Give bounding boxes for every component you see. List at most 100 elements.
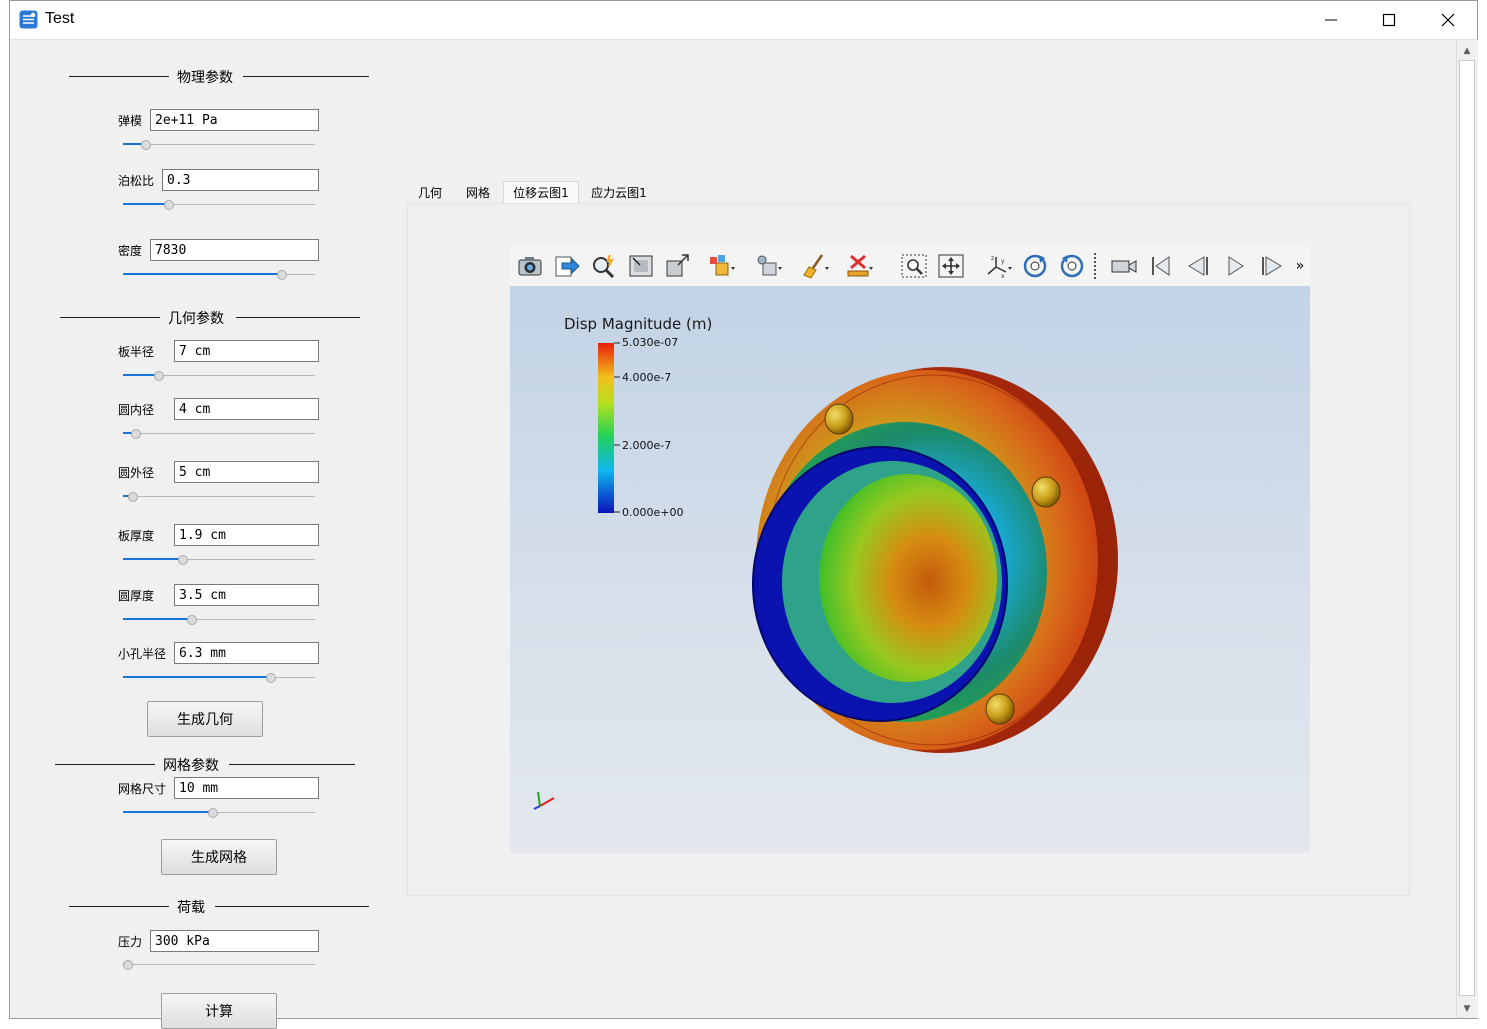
ring-thickness-slider[interactable]	[123, 613, 315, 627]
fit-view-icon[interactable]	[625, 251, 657, 281]
section-physics: 物理参数	[10, 66, 390, 86]
ring-outer-slider[interactable]	[123, 490, 315, 504]
hole-radius-slider[interactable]	[123, 671, 315, 685]
section-title: 几何参数	[168, 311, 224, 327]
slider-handle[interactable]	[141, 140, 151, 150]
plate-thickness-input[interactable]: 1.9 cm	[174, 524, 319, 546]
plate-radius-input[interactable]: 7 cm	[174, 340, 319, 362]
plate-radius-slider[interactable]	[123, 369, 315, 383]
section-mesh: 网格参数	[10, 754, 390, 774]
delete-icon[interactable]	[844, 251, 876, 281]
render-mode-icon[interactable]	[706, 251, 738, 281]
slider-handle[interactable]	[164, 200, 174, 210]
section-load: 荷载	[10, 896, 390, 916]
render-view[interactable]: Disp Magnitude (m) 5.030e-07 4.000e-7 2.…	[510, 286, 1310, 853]
colorbar-tick-max: 5.030e-07	[622, 336, 678, 349]
expand-icon[interactable]	[662, 251, 694, 281]
slider-handle[interactable]	[154, 371, 164, 381]
colorbar-tick: 4.000e-7	[622, 371, 671, 384]
clean-icon[interactable]	[800, 251, 832, 281]
mesh-size-slider[interactable]	[123, 806, 315, 820]
more-icon[interactable]: »	[1285, 251, 1315, 281]
param-label: 圆内径	[118, 403, 155, 417]
maximize-button[interactable]	[1360, 1, 1418, 39]
param-label: 弹模	[118, 114, 143, 128]
param-label: 压力	[118, 935, 143, 949]
param-label: 圆厚度	[118, 589, 155, 603]
tab-geometry[interactable]: 几何	[410, 181, 450, 203]
slider-handle[interactable]	[208, 808, 218, 818]
axes-icon[interactable]: zy x	[982, 251, 1014, 281]
vertical-scrollbar[interactable]: ▲ ▼	[1456, 40, 1478, 1018]
pressure-slider[interactable]	[123, 958, 315, 972]
elastic-modulus-slider[interactable]	[123, 138, 315, 152]
close-button[interactable]	[1419, 1, 1477, 39]
section-title: 物理参数	[177, 70, 233, 86]
app-window: Test ▲ ▼ 物理参数 弹模 2e+11 Pa 泊松比 0.3 密度 783…	[9, 0, 1478, 1029]
section-title: 荷载	[177, 900, 205, 916]
param-label: 板厚度	[118, 529, 155, 543]
param-label: 密度	[118, 244, 143, 258]
ring-inner-input[interactable]: 4 cm	[174, 398, 319, 420]
ring-outer-input[interactable]: 5 cm	[174, 461, 319, 483]
minimize-button[interactable]	[1302, 1, 1360, 39]
first-frame-icon[interactable]	[1145, 251, 1177, 281]
plate-thickness-slider[interactable]	[123, 553, 315, 567]
zoom-box-icon[interactable]	[898, 251, 930, 281]
toolbar-separator	[1094, 253, 1098, 279]
flange-model[interactable]	[752, 367, 1118, 753]
display-mode-icon[interactable]	[753, 251, 785, 281]
generate-geometry-button[interactable]: 生成几何	[147, 701, 263, 737]
colorbar	[598, 343, 614, 513]
poisson-slider[interactable]	[123, 198, 315, 212]
rotate-cw-icon[interactable]	[1019, 251, 1051, 281]
param-label: 网格尺寸	[118, 782, 167, 796]
poisson-input[interactable]: 0.3	[162, 169, 319, 191]
close-icon	[1441, 13, 1455, 27]
section-geometry: 几何参数	[10, 307, 390, 327]
slider-handle[interactable]	[266, 673, 276, 683]
scroll-down-icon[interactable]: ▼	[1457, 1000, 1477, 1018]
compute-button[interactable]: 计算	[161, 993, 277, 1029]
hole-radius-input[interactable]: 6.3 mm	[174, 642, 319, 664]
slider-handle[interactable]	[128, 492, 138, 502]
density-input[interactable]: 7830	[150, 239, 319, 261]
mesh-size-input[interactable]: 10 mm	[174, 777, 319, 799]
svg-text:z: z	[991, 255, 994, 262]
rotate-ccw-icon[interactable]	[1056, 251, 1088, 281]
slider-handle[interactable]	[187, 615, 197, 625]
title-bar: Test	[10, 1, 1477, 40]
slider-handle[interactable]	[178, 555, 188, 565]
slider-handle[interactable]	[277, 270, 287, 280]
tab-displacement[interactable]: 位移云图1	[503, 181, 579, 203]
tab-mesh[interactable]: 网格	[458, 181, 498, 203]
play-icon[interactable]	[1219, 251, 1251, 281]
elastic-modulus-input[interactable]: 2e+11 Pa	[150, 109, 319, 131]
svg-text:y: y	[1001, 258, 1005, 265]
param-label: 圆外径	[118, 466, 155, 480]
app-icon	[19, 10, 38, 29]
param-label: 小孔半径	[118, 647, 167, 661]
export-icon[interactable]	[551, 251, 583, 281]
svg-text:x: x	[1001, 273, 1005, 279]
viewer-toolbar: zyx »	[510, 246, 1310, 286]
prev-frame-icon[interactable]	[1182, 251, 1214, 281]
minimize-icon	[1325, 19, 1337, 21]
maximize-icon	[1382, 13, 1396, 27]
colorbar-tick-min: 0.000e+00	[622, 506, 683, 519]
ring-inner-slider[interactable]	[123, 427, 315, 441]
scrollbar-thumb[interactable]	[1459, 60, 1475, 996]
magic-zoom-icon[interactable]	[588, 251, 620, 281]
tab-stress[interactable]: 应力云图1	[585, 181, 653, 203]
pressure-input[interactable]: 300 kPa	[150, 930, 319, 952]
camera-icon[interactable]	[514, 251, 546, 281]
scroll-up-icon[interactable]: ▲	[1457, 42, 1477, 60]
slider-handle[interactable]	[123, 960, 133, 970]
density-slider[interactable]	[123, 268, 315, 282]
next-frame-icon[interactable]	[1256, 251, 1288, 281]
ring-thickness-input[interactable]: 3.5 cm	[174, 584, 319, 606]
generate-mesh-button[interactable]: 生成网格	[161, 839, 277, 875]
video-icon[interactable]	[1108, 251, 1140, 281]
pan-icon[interactable]	[935, 251, 967, 281]
slider-handle[interactable]	[131, 429, 141, 439]
